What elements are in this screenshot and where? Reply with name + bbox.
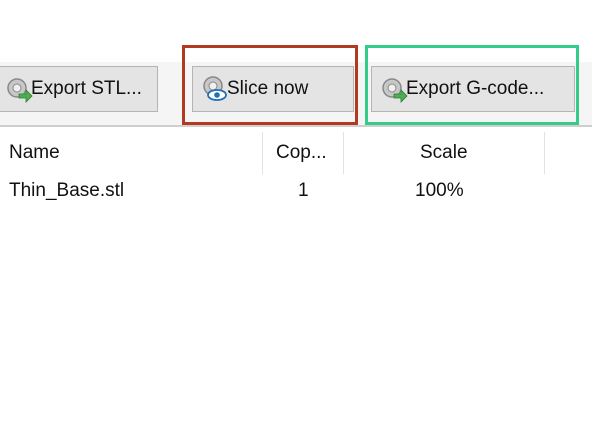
object-table: Name Cop... Scale Thin_Base.stl 1 100% — [0, 128, 592, 444]
cell-copies: 1 — [298, 180, 309, 201]
slice-highlight-box — [182, 45, 358, 125]
column-separator[interactable] — [262, 132, 263, 174]
column-header-name[interactable]: Name — [9, 138, 60, 168]
export-stl-icon — [7, 78, 33, 103]
export-gcode-highlight-box — [365, 45, 579, 125]
toolbar-divider — [0, 125, 592, 127]
column-header-copies[interactable]: Cop... — [276, 138, 327, 168]
export-stl-button[interactable]: Export STL... — [0, 66, 158, 112]
cell-name: Thin_Base.stl — [9, 180, 125, 201]
column-separator[interactable] — [343, 132, 344, 174]
column-header-scale[interactable]: Scale — [420, 138, 468, 168]
cell-scale: 100% — [415, 180, 464, 201]
export-stl-label: Export STL... — [31, 78, 142, 99]
column-separator[interactable] — [544, 132, 545, 174]
